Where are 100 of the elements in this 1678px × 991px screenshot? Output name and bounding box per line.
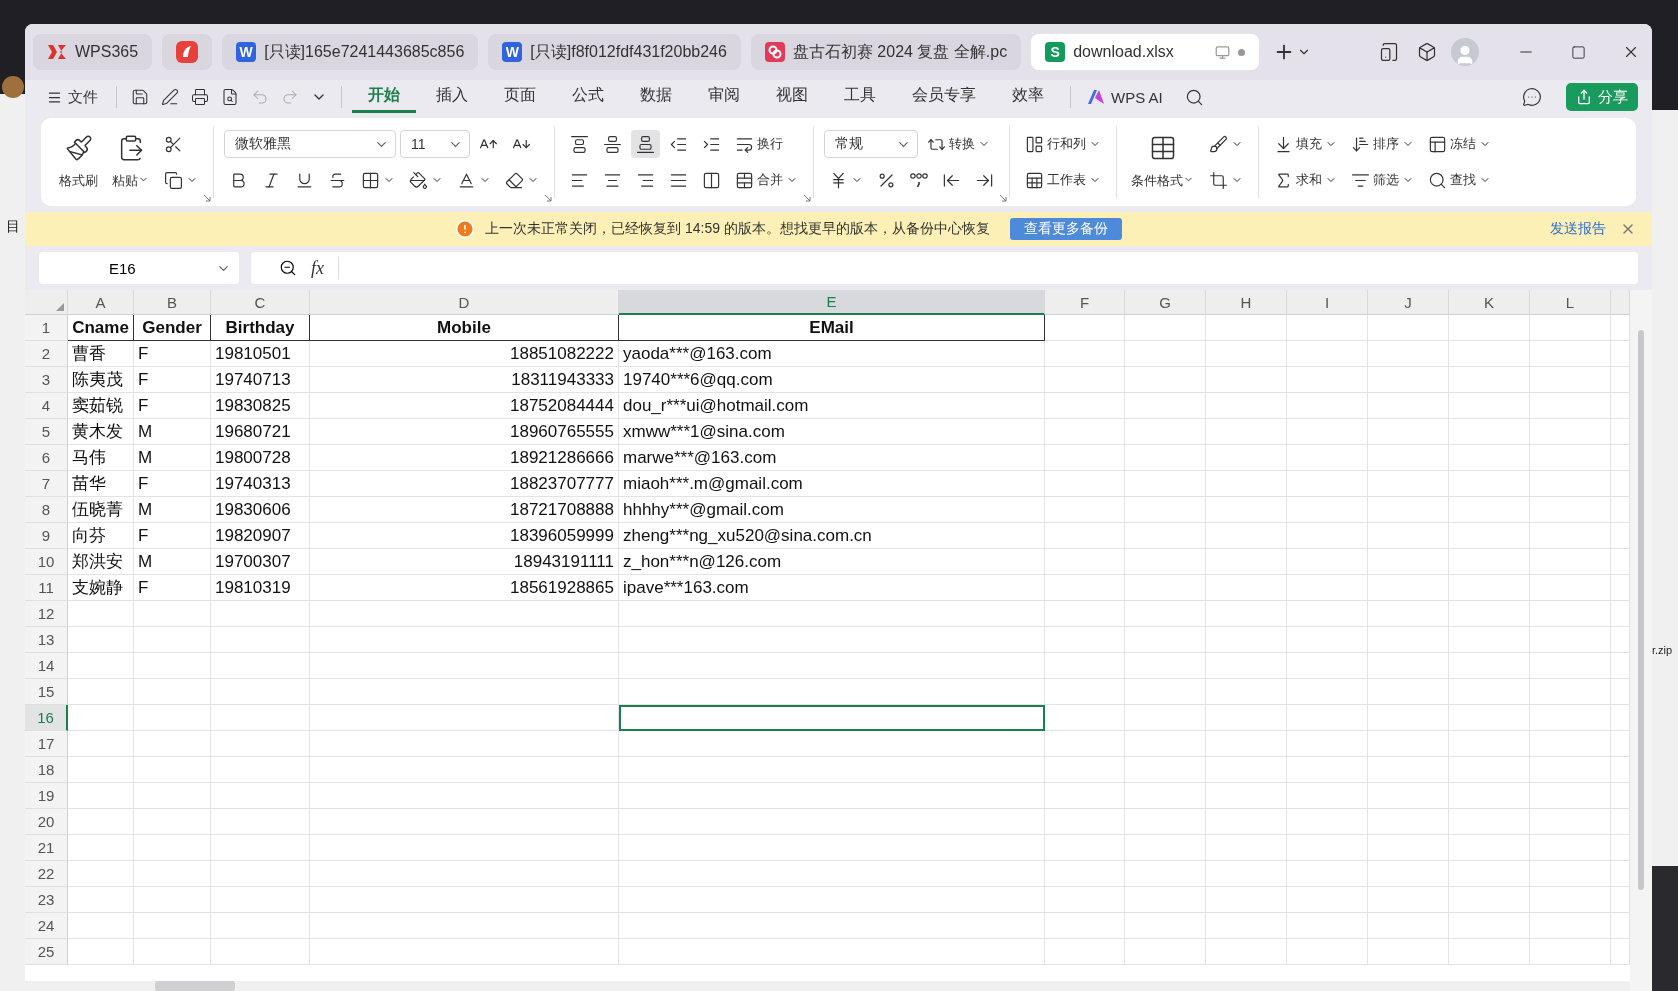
ribbon-button[interactable]: 排序 (1346, 130, 1419, 158)
row-header[interactable]: 16 (25, 705, 68, 731)
save-icon[interactable] (131, 88, 149, 106)
column-header[interactable]: J (1368, 290, 1449, 315)
ribbon-button[interactable]: 工作表 (1020, 166, 1106, 194)
dropdown-field[interactable]: 常规 (824, 130, 918, 158)
row-header[interactable]: 9 (25, 523, 68, 549)
chat-icon[interactable] (1522, 87, 1542, 107)
menu-tab[interactable]: 页面 (488, 81, 552, 113)
document-tab[interactable]: S download.xlsx (1031, 34, 1260, 70)
function-label[interactable]: fx (311, 257, 324, 279)
name-box[interactable]: E16 (39, 252, 239, 284)
column-header[interactable]: C (211, 290, 310, 315)
row-header[interactable]: 20 (25, 809, 68, 835)
column-header[interactable]: G (1125, 290, 1206, 315)
table-cell: M (134, 445, 211, 471)
row-header[interactable]: 13 (25, 627, 68, 653)
ribbon-button[interactable]: 筛选 (1346, 166, 1419, 194)
thousands-icon (910, 173, 928, 187)
backup-button[interactable]: 查看更多备份 (1009, 218, 1122, 240)
column-header[interactable]: B (134, 290, 211, 315)
scrollbar-thumb[interactable] (155, 981, 235, 991)
row-header[interactable]: 4 (25, 393, 68, 419)
row-header[interactable]: 12 (25, 601, 68, 627)
document-tab[interactable] (162, 34, 213, 70)
menu-tab[interactable]: 工具 (828, 81, 892, 113)
row-header[interactable]: 21 (25, 835, 68, 861)
ribbon-button[interactable]: 合并 (730, 166, 803, 194)
column-header[interactable]: D (310, 290, 619, 315)
menu-tab[interactable]: 视图 (760, 81, 824, 113)
row-header[interactable]: 7 (25, 471, 68, 497)
ribbon-button[interactable]: 填充 (1269, 130, 1342, 158)
dropdown-field[interactable]: 11 (400, 130, 470, 158)
align-bottom-icon (636, 134, 655, 154)
report-link[interactable]: 发送报告 (1550, 220, 1606, 238)
status-dot (1238, 48, 1246, 56)
ribbon-button[interactable]: 行和列 (1020, 130, 1106, 158)
ribbon-button[interactable]: 转换 (922, 130, 995, 158)
active-cell[interactable] (619, 705, 1045, 731)
row-header[interactable]: 5 (25, 419, 68, 445)
row-header[interactable]: 17 (25, 731, 68, 757)
row-header[interactable]: 3 (25, 367, 68, 393)
ai-button[interactable]: WPS AI (1081, 87, 1169, 107)
maximize-icon[interactable] (1571, 44, 1586, 60)
row-header[interactable]: 8 (25, 497, 68, 523)
column-header[interactable]: I (1287, 290, 1368, 315)
menu-tab[interactable]: 公式 (556, 81, 620, 113)
formula-field[interactable]: fx (251, 252, 1638, 284)
row-header[interactable]: 14 (25, 653, 68, 679)
column-header[interactable]: A (68, 290, 134, 315)
menu-tab[interactable]: 会员专享 (896, 81, 992, 113)
row-header[interactable]: 23 (25, 887, 68, 913)
row-header[interactable]: 18 (25, 757, 68, 783)
ribbon-button[interactable]: 格式刷 (55, 132, 102, 192)
menu-tab[interactable]: 效率 (996, 81, 1060, 113)
ribbon-button[interactable]: 求和 (1269, 166, 1342, 194)
sidebar-icon[interactable] (1379, 42, 1399, 62)
row-header[interactable]: 15 (25, 679, 68, 705)
menu-tab[interactable]: 开始 (352, 81, 416, 113)
file-menu[interactable]: 文件 (39, 83, 106, 111)
row-header[interactable]: 22 (25, 861, 68, 887)
row-header[interactable]: 25 (25, 939, 68, 965)
column-header[interactable]: F (1045, 290, 1125, 315)
search-icon[interactable] (1184, 87, 1204, 107)
document-tab[interactable]: WPS365 (33, 34, 153, 70)
launcher-icon[interactable] (544, 194, 552, 202)
column-header[interactable]: H (1206, 290, 1287, 315)
ribbon-button[interactable]: 换行 (730, 130, 788, 158)
row-header[interactable]: 10 (25, 549, 68, 575)
launcher-icon[interactable] (803, 194, 811, 202)
print-icon[interactable] (191, 88, 209, 106)
document-tab[interactable]: 盘古石初赛 2024 复盘 全解.pc (750, 34, 1022, 70)
dropdown-field[interactable]: 微软雅黑 (224, 130, 396, 158)
ribbon-button[interactable]: 冻结 (1423, 130, 1496, 158)
share-button[interactable]: 分享 (1566, 83, 1638, 111)
launcher-icon[interactable] (999, 194, 1007, 202)
ribbon-button[interactable]: 条件格式 (1127, 132, 1198, 192)
zoom-icon[interactable] (279, 259, 297, 277)
row-header[interactable]: 2 (25, 341, 68, 367)
row-header[interactable]: 11 (25, 575, 68, 601)
print-preview-icon[interactable] (221, 88, 239, 106)
ribbon-button[interactable]: 粘贴 (108, 132, 153, 192)
ribbon-button[interactable]: 查找 (1423, 166, 1496, 194)
cube-icon[interactable] (1417, 42, 1437, 62)
row-header[interactable]: 1 (25, 315, 68, 341)
column-header[interactable]: K (1449, 290, 1530, 315)
scrollbar-thumb[interactable] (1638, 330, 1644, 890)
menu-tab[interactable]: 审阅 (692, 81, 756, 113)
column-header[interactable]: L (1530, 290, 1611, 315)
column-header[interactable]: E (619, 290, 1045, 315)
document-tab[interactable]: W [只读]f8f012fdf431f20bb246 (488, 34, 741, 70)
menu-tab[interactable]: 数据 (624, 81, 688, 113)
launcher-icon[interactable] (203, 194, 211, 202)
row-header[interactable]: 6 (25, 445, 68, 471)
row-header[interactable]: 19 (25, 783, 68, 809)
align-bottom-button[interactable] (631, 130, 660, 158)
pen-icon[interactable] (161, 88, 179, 106)
row-header[interactable]: 24 (25, 913, 68, 939)
document-tab[interactable]: W [只读]165e7241443685c856 (222, 34, 479, 70)
menu-tab[interactable]: 插入 (420, 81, 484, 113)
